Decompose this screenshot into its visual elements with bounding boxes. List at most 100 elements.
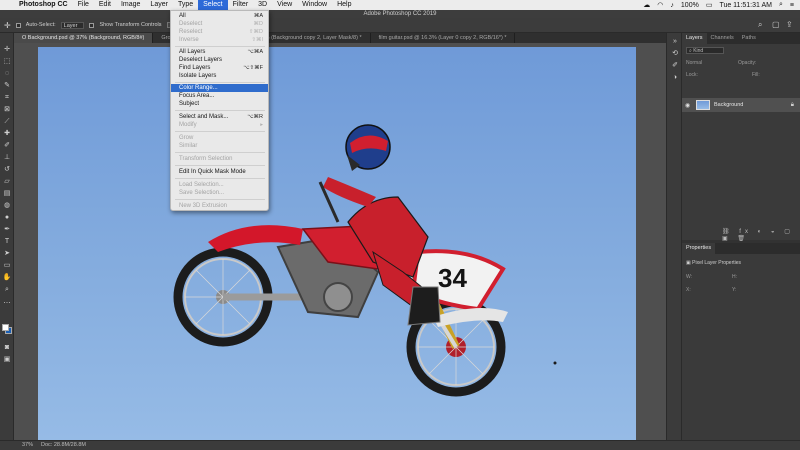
move-tool-icon[interactable]: ✛ (2, 45, 12, 54)
healing-tool-icon[interactable]: ✚ (2, 129, 12, 138)
tab-channels[interactable]: Channels (707, 33, 738, 44)
transform-controls-checkbox[interactable] (89, 22, 95, 28)
eraser-tool-icon[interactable]: ▱ (2, 177, 12, 186)
layers-panel-header: Layers Channels Paths (682, 33, 800, 44)
menu-item-load-selection[interactable]: Load Selection... (171, 181, 268, 189)
menu-item-shortcut: ⌥⌘R (247, 114, 263, 120)
menu-select[interactable]: Select (198, 0, 228, 10)
menu-filter[interactable]: Filter (228, 0, 254, 10)
auto-select-checkbox[interactable] (15, 22, 21, 28)
menu-item-similar[interactable]: Similar (171, 142, 268, 150)
menu-item-select-and-mask[interactable]: Select and Mask... ⌥⌘R (171, 113, 268, 121)
workspace-icon[interactable]: ▢ (772, 21, 780, 29)
menu-file[interactable]: File (73, 0, 94, 10)
canvas-area[interactable]: 34 (14, 43, 666, 440)
menu-item-shortcut: ⌘D (253, 21, 263, 27)
menu-item-deselect[interactable]: Deselect ⌘D (171, 20, 268, 28)
lock-icon[interactable]: 🔒︎ (791, 102, 794, 109)
stamp-tool-icon[interactable]: ⊥ (2, 153, 12, 162)
pen-tool-icon[interactable]: ✒ (2, 225, 12, 234)
motocross-photo[interactable]: 34 (38, 47, 636, 440)
dodge-tool-icon[interactable]: ● (2, 213, 12, 222)
lasso-tool-icon[interactable]: ◌ (2, 69, 12, 78)
share-icon[interactable]: ⇪ (786, 21, 794, 29)
menu-item-transform-selection[interactable]: Transform Selection (171, 155, 268, 163)
type-tool-icon[interactable]: T (2, 237, 12, 246)
volume-icon[interactable]: ♪ (670, 2, 674, 9)
screen-mode-icon[interactable]: ▣ (2, 355, 12, 364)
clock[interactable]: Tue 11:51:31 AM (719, 2, 772, 9)
menu-item-find-layers[interactable]: Find Layers ⌥⇧⌘F (171, 64, 268, 72)
menu-item-color-range[interactable]: Color Range... (171, 84, 268, 92)
brush-tool-icon[interactable]: ✐ (2, 141, 12, 150)
gradient-tool-icon[interactable]: ▤ (2, 189, 12, 198)
blur-tool-icon[interactable]: ◍ (2, 201, 12, 210)
menu-item-all[interactable]: All ⌘A (171, 12, 268, 20)
menu-list-icon[interactable]: ≡ (790, 2, 794, 9)
move-tool-icon[interactable]: ✛ (4, 21, 11, 30)
kind-filter-dropdown[interactable]: ⌕ Kind (686, 47, 724, 54)
frame-tool-icon[interactable]: ⊠ (2, 105, 12, 114)
wifi-icon[interactable]: ◠ (657, 1, 663, 9)
quick-select-tool-icon[interactable]: ✎ (2, 81, 12, 90)
menu-item-save-selection[interactable]: Save Selection... (171, 189, 268, 197)
marquee-tool-icon[interactable]: ⬚ (2, 57, 12, 66)
more-tools-icon[interactable]: ⋯ (2, 299, 12, 308)
menu-view[interactable]: View (272, 0, 297, 10)
menu-item-label: All Layers (179, 49, 206, 55)
menu-item-focus-area[interactable]: Focus Area... (171, 92, 268, 100)
tab-layers[interactable]: Layers (682, 33, 707, 44)
menu-item-inverse[interactable]: Inverse ⇧⌘I (171, 36, 268, 44)
auto-select-dropdown[interactable]: Layer (60, 21, 85, 29)
menu-item-subject[interactable]: Subject (171, 100, 268, 108)
menu-edit[interactable]: Edit (94, 0, 116, 10)
adjustments-icon[interactable]: ◑ (670, 73, 680, 82)
blend-mode-dropdown[interactable]: Normal (686, 60, 726, 66)
layer-row-background[interactable]: ◉ Background 🔒︎ (682, 98, 800, 112)
menu-image[interactable]: Image (116, 0, 145, 10)
menu-item-new-3d-extrusion[interactable]: New 3D Extrusion (171, 202, 268, 210)
visibility-eye-icon[interactable]: ◉ (685, 102, 690, 109)
battery-icon[interactable]: ▭ (706, 1, 713, 9)
menu-item-isolate-layers[interactable]: Isolate Layers (171, 72, 268, 80)
crop-tool-icon[interactable]: ⌗ (2, 93, 12, 102)
history-icon[interactable]: ⟲ (670, 49, 680, 58)
eyedropper-tool-icon[interactable]: ⟋ (2, 117, 12, 126)
menu-separator (175, 165, 265, 166)
menu-separator (175, 82, 265, 83)
foreground-color-swatch[interactable] (2, 324, 9, 331)
menu-item-all-layers[interactable]: All Layers ⌥⌘A (171, 48, 268, 56)
menu-item-quick-mask[interactable]: Edit In Quick Mask Mode (171, 168, 268, 176)
zoom-level[interactable]: 37% (22, 441, 33, 450)
menu-item-label: Reselect (179, 29, 203, 35)
menu-help[interactable]: Help (332, 0, 356, 10)
menu-item-modify[interactable]: Modify ▸ (171, 121, 268, 129)
menu-item-label: Transform Selection (179, 156, 233, 162)
zoom-tool-icon[interactable]: ⌕ (2, 285, 12, 294)
search-icon[interactable]: ⌕ (758, 21, 766, 29)
menu-item-deselect-layers[interactable]: Deselect Layers (171, 56, 268, 64)
tab-paths[interactable]: Paths (738, 33, 760, 44)
tab-properties[interactable]: Properties (682, 243, 716, 254)
layers-footer-icons[interactable]: ⛓ fx ◐ ◒ ▢ ▣ 🗑︎ (722, 228, 796, 242)
app-name[interactable]: Photoshop CC (14, 0, 73, 10)
collapse-icon[interactable]: » (670, 37, 680, 46)
menu-item-reselect[interactable]: Reselect ⇧⌘D (171, 28, 268, 36)
doc-info[interactable]: Doc: 28.8M/28.8M (41, 441, 86, 450)
hand-tool-icon[interactable]: ✋ (2, 273, 12, 282)
history-brush-tool-icon[interactable]: ↺ (2, 165, 12, 174)
cloud-icon[interactable]: ☁ (643, 1, 650, 9)
menu-window[interactable]: Window (297, 0, 332, 10)
tab-background-psd[interactable]: O Background.psd @ 37% (Background, RGB/… (14, 33, 154, 43)
shape-tool-icon[interactable]: ▭ (2, 261, 12, 270)
quick-mask-icon[interactable]: ◙ (2, 343, 12, 352)
path-select-tool-icon[interactable]: ➤ (2, 249, 12, 258)
battery-percent[interactable]: 100% (681, 2, 699, 9)
menu-layer[interactable]: Layer (145, 0, 173, 10)
menu-type[interactable]: Type (173, 0, 198, 10)
menu-3d[interactable]: 3D (253, 0, 272, 10)
brush-settings-icon[interactable]: ✐ (670, 61, 680, 70)
menu-item-grow[interactable]: Grow (171, 134, 268, 142)
search-icon[interactable]: ⌕ (779, 1, 783, 9)
tab-film-guitar[interactable]: film guitar.psd @ 16.3% (Layer 0 copy 2,… (371, 33, 516, 43)
